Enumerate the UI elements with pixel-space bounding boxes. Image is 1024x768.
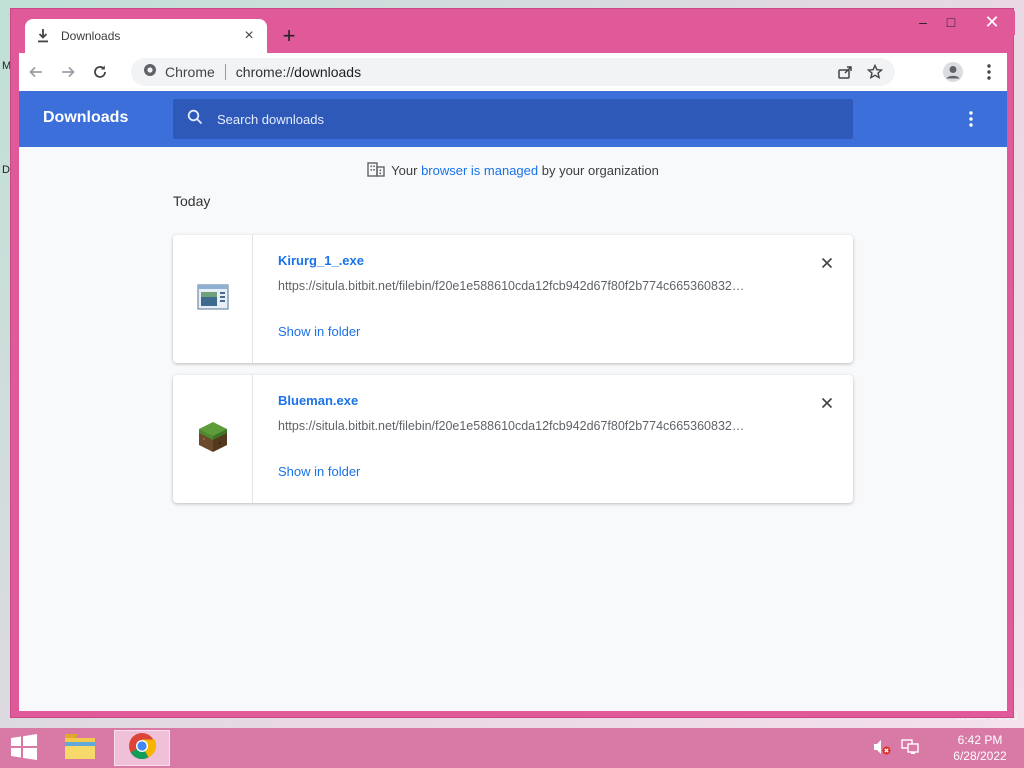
- url-scheme: chrome://: [235, 64, 295, 80]
- grass-block-icon: [197, 420, 229, 459]
- chrome-logo-icon: [143, 63, 157, 82]
- desktop-edge-text: D: [2, 164, 10, 176]
- network-icon[interactable]: [900, 738, 920, 761]
- close-window-button[interactable]: ✕: [969, 11, 1015, 35]
- search-icon: [187, 109, 203, 130]
- file-icon-area: [173, 375, 253, 503]
- browser-window: Downloads × + – □ ✕ Chrome chrome://down…: [10, 8, 1015, 718]
- omnibox-chip: Chrome: [165, 64, 215, 80]
- clock-time: 6:42 PM: [957, 733, 1003, 747]
- browser-toolbar: Chrome chrome://downloads: [19, 53, 1007, 91]
- building-icon: [367, 161, 385, 180]
- managed-notice: Your browser is managed by your organiza…: [19, 161, 1007, 180]
- window-app-icon: [196, 283, 229, 315]
- managed-text: Your browser is managed by your organiza…: [391, 163, 659, 178]
- download-icon: [35, 28, 51, 44]
- search-bar[interactable]: [173, 99, 853, 139]
- clock-date: 6/28/2022: [953, 749, 1007, 763]
- managed-suffix: by your organization: [538, 163, 659, 178]
- system-tray: [872, 738, 920, 761]
- maximize-button[interactable]: □: [937, 11, 965, 35]
- volume-muted-icon[interactable]: [872, 738, 892, 761]
- section-label-today: Today: [173, 193, 211, 209]
- new-tab-button[interactable]: +: [277, 25, 301, 49]
- tab-title: Downloads: [61, 29, 121, 43]
- chrome-app-icon: [128, 732, 157, 765]
- start-button[interactable]: [6, 733, 42, 765]
- minimize-button[interactable]: –: [909, 11, 937, 35]
- reload-icon[interactable]: [85, 57, 115, 87]
- address-bar[interactable]: Chrome chrome://downloads: [131, 58, 895, 86]
- downloads-header: Downloads: [19, 91, 1007, 147]
- remove-download-icon[interactable]: [817, 393, 837, 413]
- tab-close-icon[interactable]: ×: [241, 28, 257, 44]
- back-icon[interactable]: [21, 57, 51, 87]
- title-bar: Downloads × + – □ ✕: [11, 9, 1015, 53]
- taskbar-chrome[interactable]: [114, 730, 170, 766]
- managed-prefix: Your: [391, 163, 422, 178]
- page-title: Downloads: [43, 109, 129, 126]
- file-explorer-icon: [64, 732, 96, 765]
- download-source-url[interactable]: https://situla.bitbit.net/filebin/f20e1e…: [278, 279, 778, 293]
- download-item: Blueman.exe https://situla.bitbit.net/fi…: [173, 375, 853, 503]
- browser-menu-icon[interactable]: [975, 58, 1003, 86]
- download-source-url[interactable]: https://situla.bitbit.net/filebin/f20e1e…: [278, 419, 778, 433]
- omnibox-divider: [224, 64, 226, 80]
- downloads-page: Downloads Your browser is managed by you…: [19, 91, 1007, 711]
- downloads-menu-icon[interactable]: [959, 107, 983, 131]
- profile-avatar-icon[interactable]: [939, 58, 967, 86]
- download-item: Kirurg_1_.exe https://situla.bitbit.net/…: [173, 235, 853, 363]
- search-input[interactable]: [217, 111, 817, 127]
- managed-link[interactable]: browser is managed: [421, 163, 538, 178]
- omnibox-url: chrome://downloads: [236, 64, 361, 80]
- download-filename-link[interactable]: Kirurg_1_.exe: [278, 253, 364, 268]
- toolbar-right: [939, 58, 1003, 86]
- show-in-folder-link[interactable]: Show in folder: [278, 324, 360, 339]
- bookmark-star-icon[interactable]: [865, 62, 885, 82]
- url-host: downloads: [294, 64, 362, 80]
- taskbar: 6:42 PM 6/28/2022: [0, 728, 1024, 768]
- download-filename-link[interactable]: Blueman.exe: [278, 393, 358, 408]
- remove-download-icon[interactable]: [817, 253, 837, 273]
- forward-icon[interactable]: [53, 57, 83, 87]
- tab-downloads[interactable]: Downloads ×: [25, 19, 267, 53]
- windows-logo-icon: [10, 733, 38, 765]
- taskbar-clock[interactable]: 6:42 PM 6/28/2022: [940, 732, 1020, 764]
- show-in-folder-link[interactable]: Show in folder: [278, 464, 360, 479]
- file-icon-area: [173, 235, 253, 363]
- taskbar-file-explorer[interactable]: [52, 730, 108, 766]
- omnibox-actions: [835, 62, 885, 82]
- share-icon[interactable]: [835, 62, 855, 82]
